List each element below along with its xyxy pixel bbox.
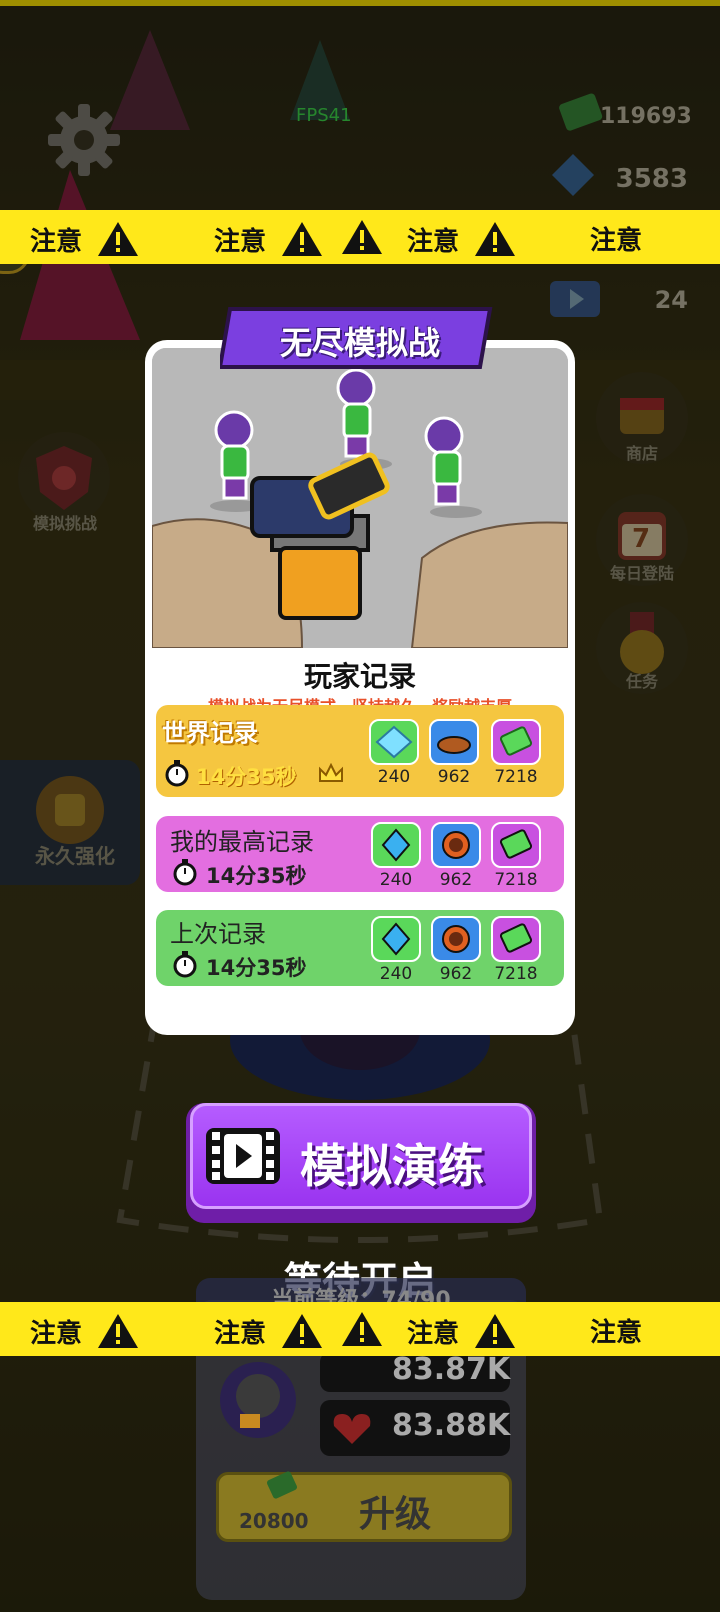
reward-amount: 962 <box>439 870 473 890</box>
last-record-time: 14分35秒 <box>206 956 307 980</box>
heart-icon <box>333 1414 371 1444</box>
my-best-time: 14分35秒 <box>206 864 307 888</box>
my-best-record-card: 我的最高记录 14分35秒 240 962 7218 <box>156 816 564 892</box>
cash-stack-icon <box>491 822 541 868</box>
stopwatch-icon <box>173 951 197 978</box>
warning-triangle-icon <box>282 222 323 256</box>
warning-triangle-icon <box>98 1314 139 1348</box>
battle-scene-image <box>152 348 568 648</box>
tape-segment: 注意 <box>590 1312 642 1349</box>
stopwatch-icon <box>165 760 189 787</box>
reward-amount: 240 <box>377 767 411 787</box>
tape-segment: 注意 <box>30 220 140 258</box>
world-record-time: 14分35秒 <box>196 765 297 789</box>
reward-amount: 7218 <box>494 767 538 787</box>
warning-triangle-icon <box>342 1312 382 1346</box>
tape-text: 注意 <box>407 1318 460 1349</box>
turret-scene-illustration <box>152 348 568 648</box>
reward-amount: 240 <box>379 870 413 890</box>
crown-icon <box>319 763 343 782</box>
cash-icon <box>266 1471 298 1499</box>
warning-tape-bottom: 注意 注意 注意 注意 <box>0 1302 720 1356</box>
last-record-card: 上次记录 14分35秒 240 962 7218 <box>156 910 564 986</box>
tape-segment: 注意 <box>214 1312 324 1350</box>
tape-segment: 注意 <box>214 220 324 258</box>
player-record-title: 玩家记录 <box>303 660 416 693</box>
upgrade-label: 升级 <box>359 1494 432 1535</box>
tape-text: 注意 <box>590 1318 643 1348</box>
tape-segment: 注意 <box>407 1312 517 1350</box>
reward-token: 962 <box>430 916 482 984</box>
reward-amount: 962 <box>437 767 471 787</box>
reward-amount: 7218 <box>494 870 538 890</box>
reward-amount: 962 <box>439 964 473 984</box>
warning-triangle-icon <box>475 1314 516 1348</box>
tape-text: 注意 <box>590 226 643 256</box>
tape-text: 注意 <box>30 226 83 257</box>
upgrade-button[interactable]: 20800 升级 <box>216 1471 512 1542</box>
world-record-card: 世界记录 14分35秒 240 962 7218 <box>156 705 564 797</box>
reward-amount: 7218 <box>494 964 538 984</box>
reward-gem: 240 <box>368 719 420 787</box>
reward-cash: 7218 <box>490 916 542 984</box>
hero-avatar-icon <box>220 1362 296 1438</box>
last-record-title: 上次记录 <box>170 920 266 948</box>
world-record-title: 世界记录 <box>162 719 258 747</box>
crystal-gem-icon <box>371 822 421 868</box>
modal-title: 无尽模拟战 <box>279 324 440 362</box>
token-coins-icon <box>431 916 481 962</box>
reward-token: 962 <box>430 822 482 890</box>
tape-text: 注意 <box>214 226 267 257</box>
tape-text: 注意 <box>214 1318 267 1349</box>
tape-segment: 注意 <box>30 1312 140 1350</box>
reward-cash: 7218 <box>490 719 542 787</box>
stopwatch-icon <box>173 859 197 886</box>
attack-value: 83.87K <box>392 1352 511 1387</box>
reward-gem: 240 <box>370 916 422 984</box>
cash-stack-icon <box>491 916 541 962</box>
upgrade-cost: 20800 <box>239 1509 309 1533</box>
warning-triangle-icon <box>342 220 382 254</box>
reward-token: 962 <box>428 719 480 787</box>
token-coins-icon <box>431 822 481 868</box>
warning-tape-top: 注意 注意 注意 注意 <box>0 210 720 264</box>
video-film-icon <box>206 1128 280 1184</box>
reward-gem: 240 <box>370 822 422 890</box>
tape-segment: 注意 <box>407 220 517 258</box>
health-value: 83.88K <box>392 1408 511 1443</box>
tape-text: 注意 <box>30 1318 83 1349</box>
crystal-gem-icon <box>371 916 421 962</box>
health-stat: 83.88K <box>320 1400 510 1456</box>
my-best-title: 我的最高记录 <box>170 828 314 856</box>
warning-triangle-icon <box>98 222 139 256</box>
tape-segment: 注意 <box>590 220 642 257</box>
reward-amount: 240 <box>379 964 413 984</box>
simulate-drill-label: 模拟演练 <box>300 1139 484 1193</box>
warning-triangle-icon <box>475 222 516 256</box>
token-coins-icon <box>429 719 479 765</box>
tape-text: 注意 <box>407 226 460 257</box>
warning-triangle-icon <box>282 1314 323 1348</box>
cash-stack-icon <box>491 719 541 765</box>
crystal-gem-icon <box>369 719 419 765</box>
attack-stat: 83.87K <box>320 1352 510 1392</box>
reward-cash: 7218 <box>490 822 542 890</box>
